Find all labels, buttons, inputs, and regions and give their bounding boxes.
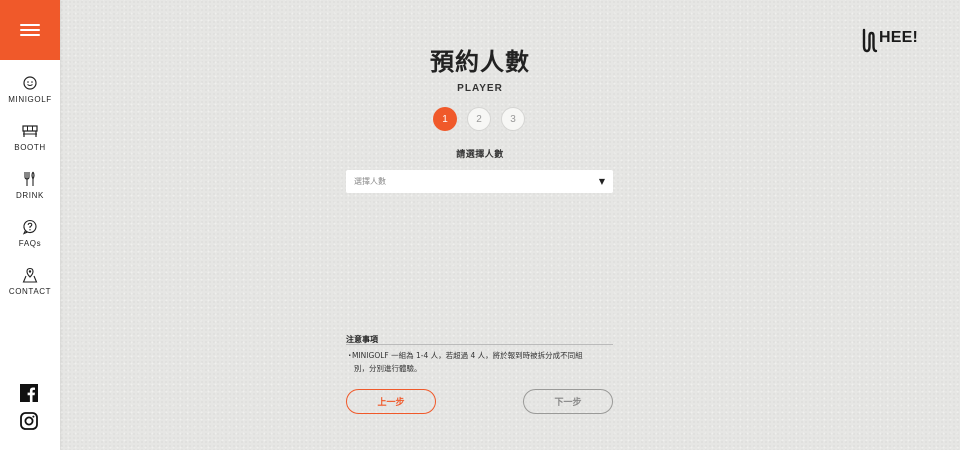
hamburger-icon <box>20 21 40 39</box>
facebook-icon[interactable] <box>20 384 40 404</box>
step-1: 1 <box>433 107 457 131</box>
logo-text: HEE! <box>879 29 919 46</box>
cutlery-icon <box>21 170 39 188</box>
sidebar: MINIGOLF BOOTH DRINK FAQs CONTACT <box>0 0 60 450</box>
sidebar-item-label: MINIGOLF <box>8 95 52 104</box>
select-prompt: 請選擇人數 <box>456 150 504 160</box>
step-3: 3 <box>501 107 525 131</box>
notice-body: ・MINIGOLF 一組為 1-4 人，若超過 4 人，將於報到時被拆分成不同組… <box>346 349 621 375</box>
sidebar-item-label: CONTACT <box>8 287 52 296</box>
sidebar-item-contact[interactable]: CONTACT <box>0 266 60 306</box>
notice-divider <box>346 344 613 345</box>
smiley-icon <box>21 74 39 92</box>
menu-button[interactable] <box>0 0 60 60</box>
notice-text-line1: MINIGOLF 一組為 1-4 人，若超過 4 人，將於報到時被拆分成不同組 <box>352 351 583 360</box>
step-indicator: 1 2 3 <box>433 107 535 131</box>
sidebar-item-booth[interactable]: BOOTH <box>0 122 60 162</box>
sidebar-item-faqs[interactable]: FAQs <box>0 218 60 258</box>
sidebar-item-label: BOOTH <box>14 143 46 152</box>
page-title: 預約人數 <box>430 48 530 76</box>
sidebar-item-drink[interactable]: DRINK <box>0 170 60 210</box>
step-2: 2 <box>467 107 491 131</box>
logo-mark-icon <box>862 28 878 58</box>
question-bubble-icon <box>21 218 39 236</box>
select-placeholder: 選擇人數 <box>354 177 386 186</box>
instagram-icon[interactable] <box>20 412 40 432</box>
next-button[interactable]: 下一步 <box>523 389 613 414</box>
sidebar-item-minigolf[interactable]: MINIGOLF <box>0 74 60 114</box>
sidebar-item-label: DRINK <box>16 191 44 200</box>
booth-icon <box>21 122 39 140</box>
map-pin-icon <box>21 266 39 284</box>
player-count-select[interactable]: 選擇人數 ▼ <box>346 170 613 193</box>
sidebar-item-label: FAQs <box>18 239 42 248</box>
brand-logo[interactable]: HEE! <box>862 28 918 58</box>
notice-text-line2: 別，分別進行體驗。 <box>354 364 422 373</box>
page-subtitle: PLAYER <box>457 83 503 94</box>
dropdown-arrow-icon: ▼ <box>598 177 605 186</box>
prev-button[interactable]: 上一步 <box>346 389 436 414</box>
